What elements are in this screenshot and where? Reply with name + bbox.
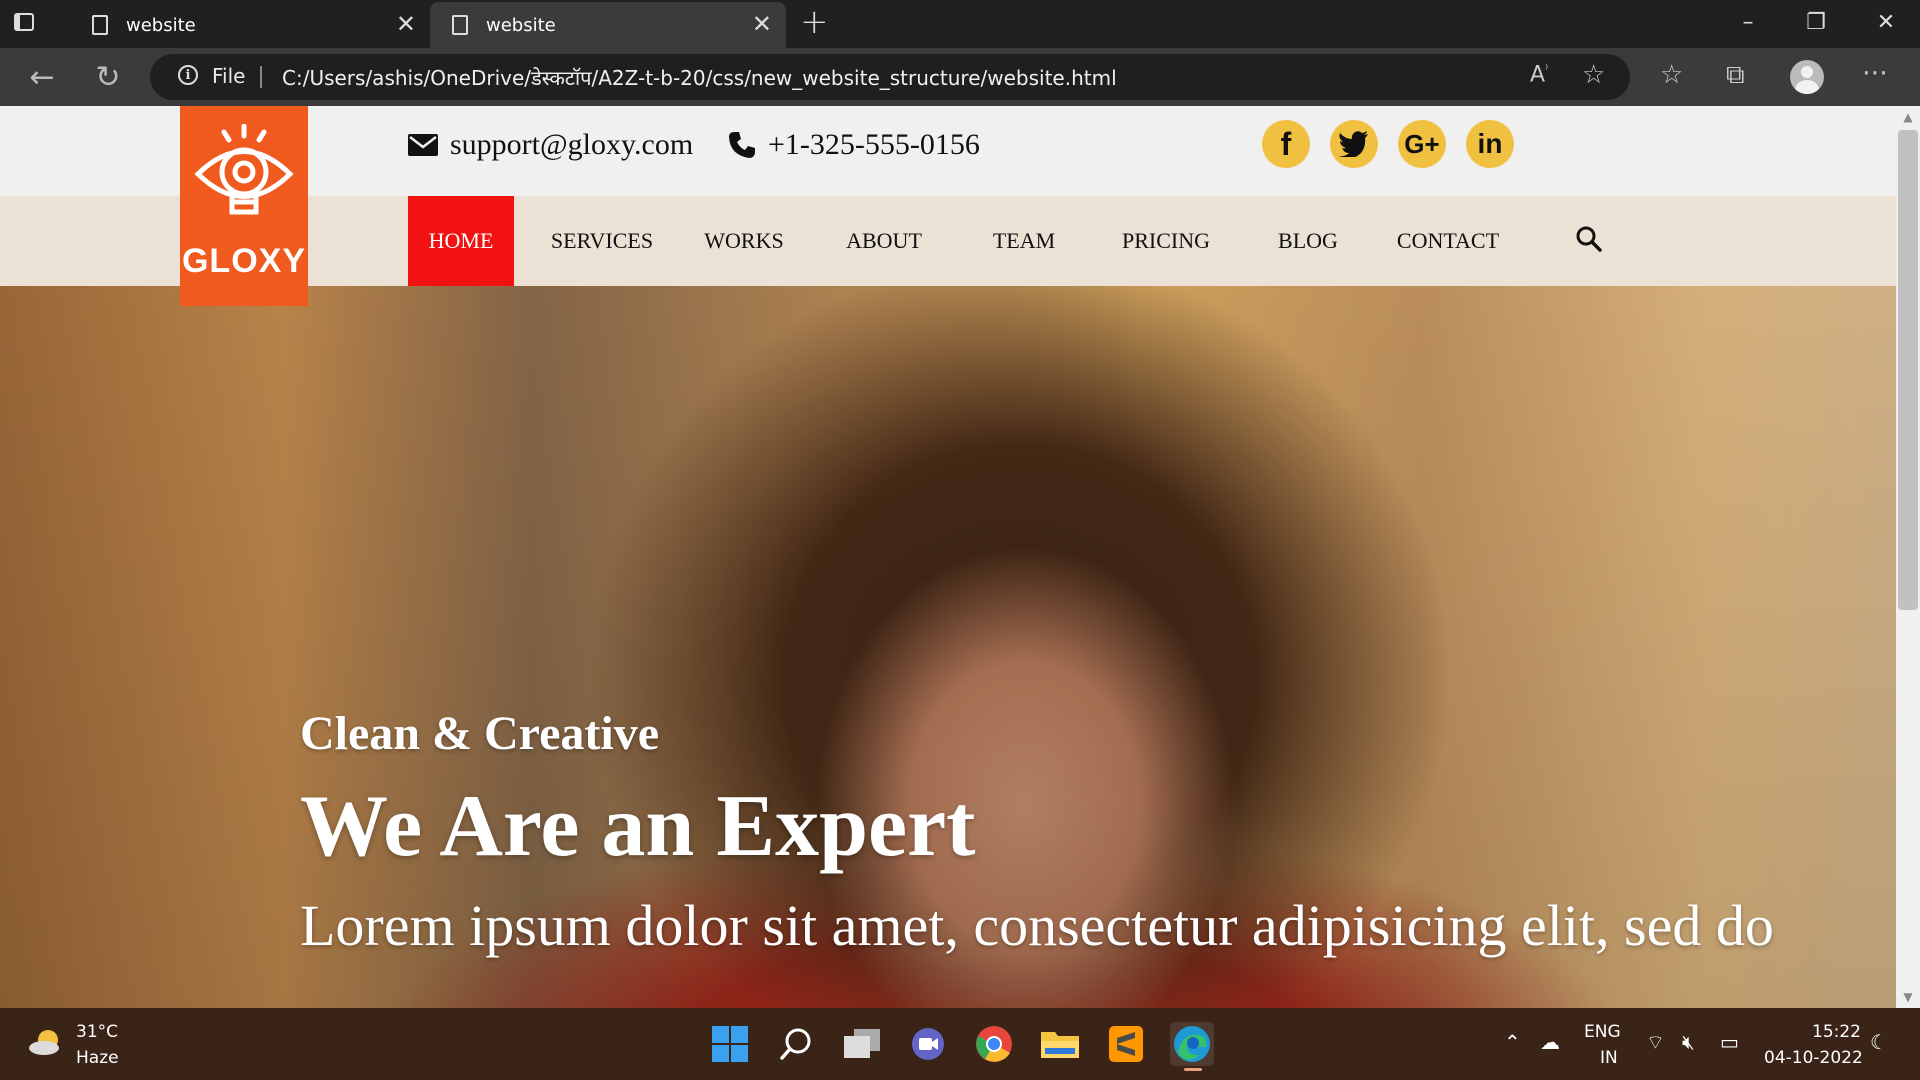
weather-temperature: 31°C	[76, 1022, 119, 1042]
sublime-text-icon[interactable]	[1104, 1022, 1148, 1066]
lightbulb-eye-icon	[194, 124, 294, 215]
nav-pricing[interactable]: PRICING	[1106, 196, 1226, 286]
scrollbar-thumb[interactable]	[1898, 130, 1918, 610]
page-icon	[92, 15, 108, 35]
add-favorite-icon[interactable]: ☆	[1582, 60, 1605, 90]
tab-title: website	[126, 14, 196, 36]
weather-condition: Haze	[76, 1048, 119, 1068]
facebook-icon[interactable]: f	[1262, 120, 1310, 168]
profile-avatar[interactable]	[1790, 60, 1824, 94]
hero-banner: Clean & Creative We Are an Expert Lorem …	[0, 286, 1896, 1008]
taskbar: 31°C Haze ⌃ ☁ ENG IN ⌔ 🔇︎ ▭ 15:22 04-10-…	[0, 1008, 1920, 1080]
collections-icon[interactable]: ⧉	[1726, 60, 1745, 91]
close-icon[interactable]: ✕	[396, 10, 416, 38]
linkedin-icon[interactable]: in	[1466, 120, 1514, 168]
google-plus-icon[interactable]: G+	[1398, 120, 1446, 168]
divider	[260, 66, 262, 88]
wifi-icon[interactable]: ⌔	[1646, 1030, 1665, 1055]
nav-home[interactable]: HOME	[408, 196, 514, 286]
hero-subtitle: Clean & Creative	[300, 707, 660, 760]
email-contact[interactable]: support@gloxy.com	[408, 128, 693, 162]
browser-tab-1[interactable]: website ✕	[70, 2, 430, 48]
hero-text: Lorem ipsum dolor sit amet, consectetur …	[300, 893, 1774, 958]
scheme-label: File	[212, 64, 246, 88]
onedrive-cloud-icon[interactable]: ☁	[1540, 1030, 1560, 1054]
browser-toolbar: ← ↻ i File C:/Users/ashis/OneDrive/डेस्क…	[0, 48, 1920, 106]
browser-tab-strip: website ✕ website ✕ + – ❐ ✕	[0, 0, 1920, 48]
browser-tab-2[interactable]: website ✕	[430, 2, 786, 48]
volume-muted-icon[interactable]: 🔇︎	[1682, 1030, 1695, 1054]
region-indicator[interactable]: IN	[1600, 1048, 1618, 1068]
favorites-icon[interactable]: ☆	[1660, 60, 1683, 90]
search-icon[interactable]	[1576, 226, 1602, 256]
twitter-bird-icon	[1339, 131, 1368, 157]
back-button[interactable]: ←	[22, 58, 62, 98]
reload-button[interactable]: ↻	[88, 58, 128, 98]
scroll-down-icon[interactable]: ▼	[1900, 990, 1916, 1006]
chevron-up-icon[interactable]: ⌃	[1504, 1030, 1521, 1054]
url-text[interactable]: C:/Users/ashis/OneDrive/डेस्कटॉप/A2Z-t-b…	[282, 64, 1117, 91]
scroll-up-icon[interactable]: ▲	[1900, 110, 1916, 126]
nav-contact[interactable]: CONTACT	[1386, 196, 1510, 286]
phone-icon	[729, 132, 755, 158]
envelope-icon	[408, 134, 438, 156]
hero-title: We Are an Expert	[300, 778, 976, 875]
task-view-icon[interactable]	[840, 1022, 884, 1066]
clock-time[interactable]: 15:22	[1812, 1022, 1861, 1042]
more-icon[interactable]: ⋯	[1862, 58, 1888, 88]
read-aloud-icon[interactable]: A⁾	[1530, 62, 1548, 87]
new-tab-button[interactable]: +	[800, 2, 829, 42]
weather-haze-icon[interactable]	[28, 1028, 64, 1056]
tab-actions-icon[interactable]	[12, 10, 40, 38]
phone-text: +1-325-555-0156	[768, 128, 980, 161]
site-logo[interactable]: GLOXY	[180, 106, 308, 306]
nav-works[interactable]: WORKS	[686, 196, 802, 286]
address-bar[interactable]: i File C:/Users/ashis/OneDrive/डेस्कटॉप/…	[150, 54, 1630, 100]
close-window-button[interactable]: ✕	[1856, 4, 1916, 42]
nav-services[interactable]: SERVICES	[538, 196, 666, 286]
info-icon[interactable]: i	[178, 65, 198, 85]
twitter-icon[interactable]	[1330, 120, 1378, 168]
nav-blog[interactable]: BLOG	[1250, 196, 1366, 286]
restore-button[interactable]: ❐	[1786, 4, 1846, 42]
focus-moon-icon[interactable]: ☾	[1870, 1030, 1888, 1054]
nav-about[interactable]: ABOUT	[826, 196, 942, 286]
file-explorer-icon[interactable]	[1038, 1022, 1082, 1066]
minimize-button[interactable]: –	[1718, 4, 1778, 42]
active-app-indicator	[1184, 1068, 1202, 1071]
phone-contact[interactable]: +1-325-555-0156	[728, 128, 980, 162]
email-text: support@gloxy.com	[450, 128, 694, 161]
chrome-icon[interactable]	[972, 1022, 1016, 1066]
nav-team[interactable]: TEAM	[966, 196, 1082, 286]
search-taskbar-icon[interactable]	[774, 1022, 818, 1066]
battery-icon[interactable]: ▭	[1720, 1030, 1739, 1054]
language-indicator[interactable]: ENG	[1584, 1022, 1621, 1042]
start-icon[interactable]	[708, 1022, 752, 1066]
close-icon[interactable]: ✕	[752, 10, 772, 38]
edge-icon[interactable]	[1170, 1022, 1214, 1066]
page-icon	[452, 15, 468, 35]
tab-title: website	[486, 14, 556, 36]
teams-chat-icon[interactable]	[906, 1022, 950, 1066]
logo-text: GLOXY	[181, 242, 307, 280]
page-viewport: GLOXY support@gloxy.com +1-325-555-0156 …	[0, 106, 1920, 1008]
clock-date[interactable]: 04-10-2022	[1764, 1048, 1863, 1068]
